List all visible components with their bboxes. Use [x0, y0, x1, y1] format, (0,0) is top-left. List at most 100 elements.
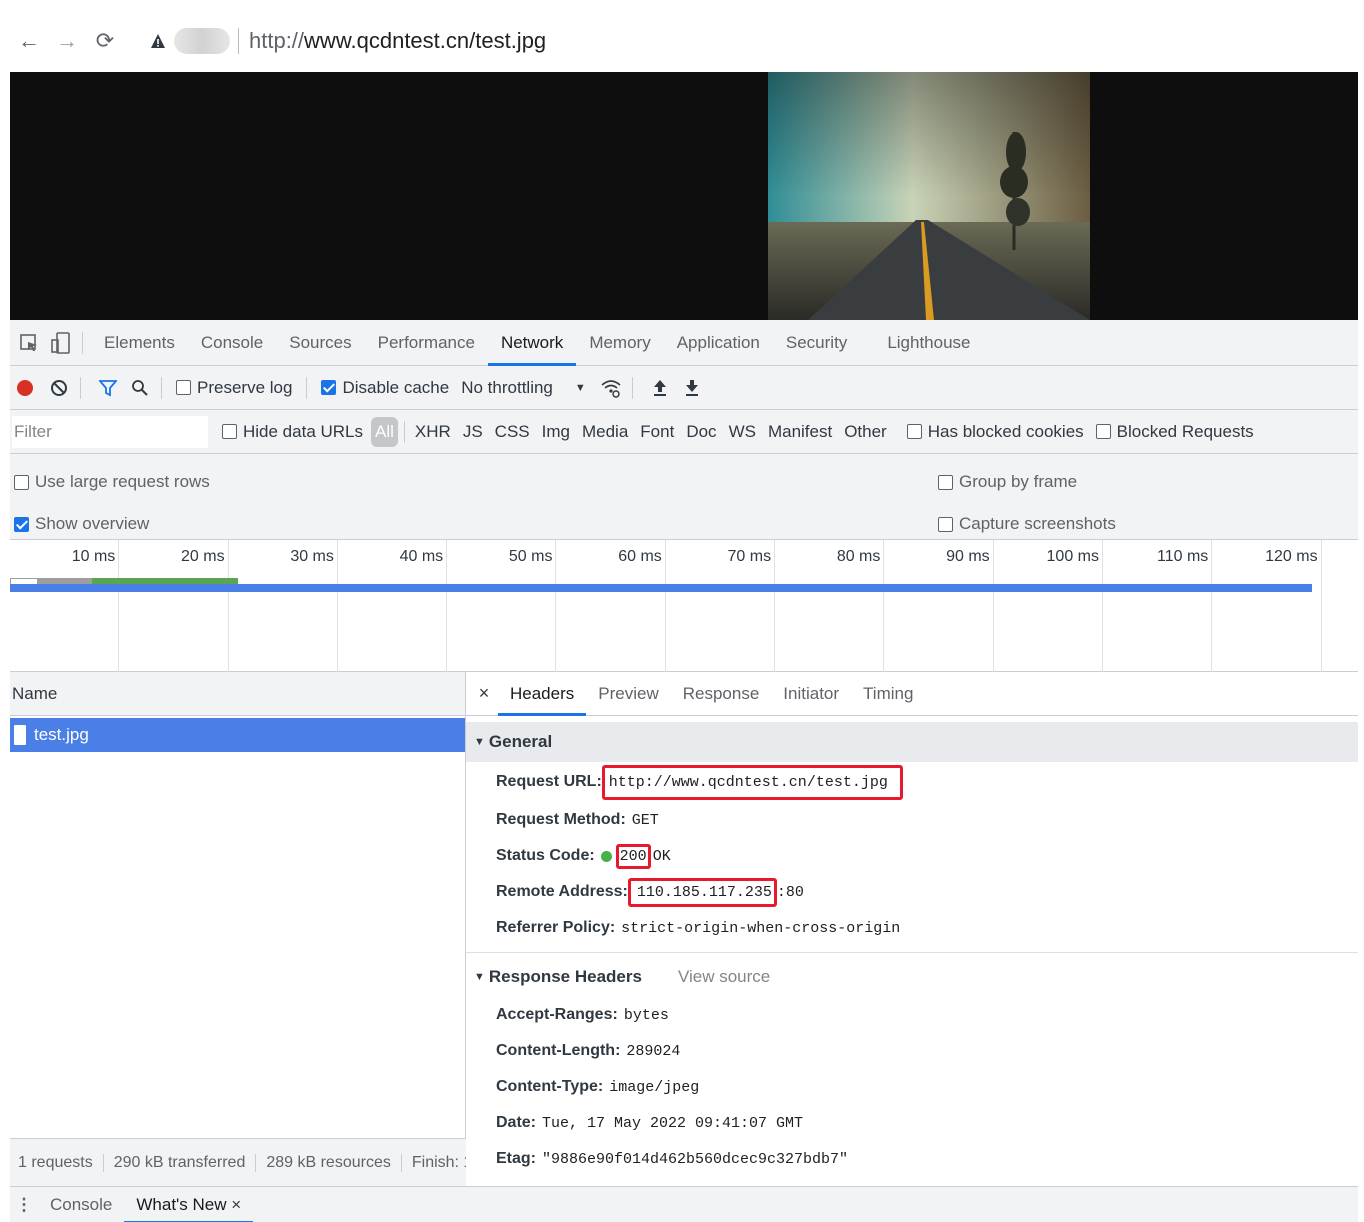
- request-url-label: Request URL:: [496, 773, 602, 790]
- type-filter-xhr[interactable]: XHR: [411, 417, 455, 447]
- requests-pane: Name test.jpg 1 requests 290 kB transfer…: [10, 672, 466, 1186]
- type-filter-manifest[interactable]: Manifest: [764, 417, 836, 447]
- tab-network[interactable]: Network: [487, 320, 577, 366]
- tab-timing[interactable]: Timing: [851, 672, 925, 716]
- status-resources: 289 kB resources: [256, 1153, 402, 1172]
- record-icon[interactable]: [12, 375, 38, 401]
- tab-preview[interactable]: Preview: [586, 672, 670, 716]
- show-overview-checkbox[interactable]: Show overview: [14, 514, 149, 534]
- network-conditions-icon[interactable]: [598, 375, 624, 401]
- overview-tick-label: 80 ms: [836, 548, 881, 565]
- inspect-element-icon[interactable]: [16, 330, 42, 356]
- drawer-menu-icon[interactable]: ⋮: [10, 1195, 38, 1215]
- column-header-name[interactable]: Name: [10, 672, 465, 716]
- blurred-security-chip: [174, 28, 230, 54]
- close-drawer-tab-icon[interactable]: ×: [231, 1195, 241, 1214]
- hide-data-urls-checkbox[interactable]: Hide data URLs: [222, 422, 363, 442]
- group-by-frame-checkbox[interactable]: Group by frame: [938, 472, 1077, 492]
- disable-cache-checkbox[interactable]: Disable cache: [321, 378, 449, 398]
- capture-screenshots-checkbox[interactable]: Capture screenshots: [938, 514, 1116, 534]
- tab-response[interactable]: Response: [671, 672, 772, 716]
- status-code-label: Status Code:: [496, 847, 595, 864]
- hide-data-urls-box[interactable]: [222, 424, 237, 439]
- type-filter-media[interactable]: Media: [578, 417, 632, 447]
- request-name: test.jpg: [34, 725, 89, 744]
- use-large-rows-checkbox[interactable]: Use large request rows: [14, 472, 210, 492]
- toolbar-divider: [82, 331, 83, 354]
- overview-tick-label: 60 ms: [618, 548, 662, 565]
- general-section-header[interactable]: ▼ General: [466, 722, 1358, 762]
- type-filter-ws[interactable]: WS: [725, 417, 760, 447]
- tab-initiator[interactable]: Initiator: [771, 672, 851, 716]
- tab-performance[interactable]: Performance: [365, 320, 488, 366]
- overview-tick-label: 30 ms: [290, 548, 334, 565]
- tab-elements[interactable]: Elements: [91, 320, 188, 366]
- tab-console[interactable]: Console: [188, 320, 276, 366]
- tab-sources[interactable]: Sources: [276, 320, 364, 366]
- filter-icon[interactable]: [95, 375, 121, 401]
- has-blocked-cookies-checkbox[interactable]: Has blocked cookies: [906, 422, 1084, 442]
- clear-icon[interactable]: [46, 375, 72, 401]
- overview-bar-download: [10, 584, 1312, 592]
- file-icon: [14, 725, 26, 745]
- request-row[interactable]: test.jpg: [10, 718, 465, 752]
- preserve-log-checkbox[interactable]: Preserve log: [176, 378, 292, 398]
- omnibox[interactable]: http://www.qcdntest.cn/test.jpg: [136, 18, 1336, 64]
- request-url-row: Request URL: http://www.qcdntest.cn/test…: [466, 762, 1358, 802]
- import-har-icon[interactable]: [647, 375, 673, 401]
- tab-memory[interactable]: Memory: [576, 320, 663, 366]
- throttling-select[interactable]: No throttling ▼: [461, 378, 586, 398]
- url-text[interactable]: http://www.qcdntest.cn/test.jpg: [249, 28, 546, 54]
- type-filter-img[interactable]: Img: [538, 417, 574, 447]
- forward-arrow-icon[interactable]: →: [48, 22, 86, 60]
- overview-tick-label: 70 ms: [727, 548, 772, 565]
- device-toolbar-icon[interactable]: [48, 330, 74, 356]
- overview-tick-label: 110 ms: [1157, 548, 1209, 565]
- status-text-value: OK: [652, 847, 671, 865]
- type-filter-css[interactable]: CSS: [491, 417, 534, 447]
- drawer-tab-console[interactable]: Console: [38, 1187, 124, 1222]
- export-har-icon[interactable]: [679, 375, 705, 401]
- show-overview-box[interactable]: [14, 516, 29, 532]
- has-blocked-cookies-box[interactable]: [906, 424, 922, 439]
- close-details-icon[interactable]: ×: [470, 683, 498, 704]
- search-icon[interactable]: [127, 375, 153, 401]
- tab-headers[interactable]: Headers: [498, 672, 587, 716]
- response-headers-title: Response Headers: [488, 967, 642, 986]
- response-header-row: Date: Tue, 17 May 2022 09:41:07 GMT: [466, 1105, 1358, 1141]
- blocked-requests-checkbox[interactable]: Blocked Requests: [1095, 422, 1254, 442]
- not-secure-warning-icon[interactable]: [150, 33, 166, 49]
- overview-tick: 50 ms: [447, 540, 557, 672]
- reload-icon[interactable]: ⟳: [86, 22, 124, 60]
- hide-data-urls-label: Hide data URLs: [243, 421, 364, 441]
- request-url-value: http://www.qcdntest.cn/test.jpg: [601, 764, 903, 800]
- use-large-rows-box[interactable]: [14, 474, 29, 490]
- tab-lighthouse[interactable]: Lighthouse: [874, 320, 983, 366]
- request-method-label: Request Method:: [496, 811, 626, 828]
- view-source-link[interactable]: View source: [678, 967, 770, 987]
- type-filter-other[interactable]: Other: [840, 417, 891, 447]
- browser-toolbar: ← → ⟳ http://www.qcdntest.cn/test.jpg: [10, 10, 1358, 72]
- type-filter-js[interactable]: JS: [459, 417, 487, 447]
- type-filter-all[interactable]: All: [371, 416, 398, 447]
- filter-input[interactable]: Filter: [12, 415, 208, 448]
- type-filter-doc[interactable]: Doc: [682, 417, 720, 447]
- drawer-tab-whats-new[interactable]: What's New ×: [124, 1187, 254, 1222]
- network-settings-pane: Use large request rows Group by frame Sh…: [10, 454, 1358, 540]
- overview-tick: 20 ms: [119, 540, 229, 672]
- type-filter-font[interactable]: Font: [636, 417, 678, 447]
- remote-ip-value: 110.185.117.235: [627, 877, 777, 907]
- response-headers-section-header[interactable]: ▼ Response Headers View source: [466, 957, 1358, 997]
- disable-cache-box[interactable]: [321, 380, 337, 395]
- tab-security[interactable]: Security: [773, 320, 860, 366]
- blocked-requests-box[interactable]: [1095, 424, 1111, 439]
- overview-tick-label: 20 ms: [181, 548, 225, 565]
- header-key: Date:: [496, 1114, 537, 1131]
- toolbar-divider: [161, 376, 162, 399]
- back-arrow-icon[interactable]: ←: [10, 22, 48, 60]
- preserve-log-box[interactable]: [176, 380, 191, 395]
- group-by-frame-box[interactable]: [938, 474, 953, 490]
- tab-application[interactable]: Application: [664, 320, 773, 366]
- network-overview-timeline[interactable]: 120 ms 110 ms 100 ms 90 ms 80 ms 70 ms 60 ms 50…: [10, 540, 1358, 672]
- capture-screenshots-box[interactable]: [938, 516, 953, 532]
